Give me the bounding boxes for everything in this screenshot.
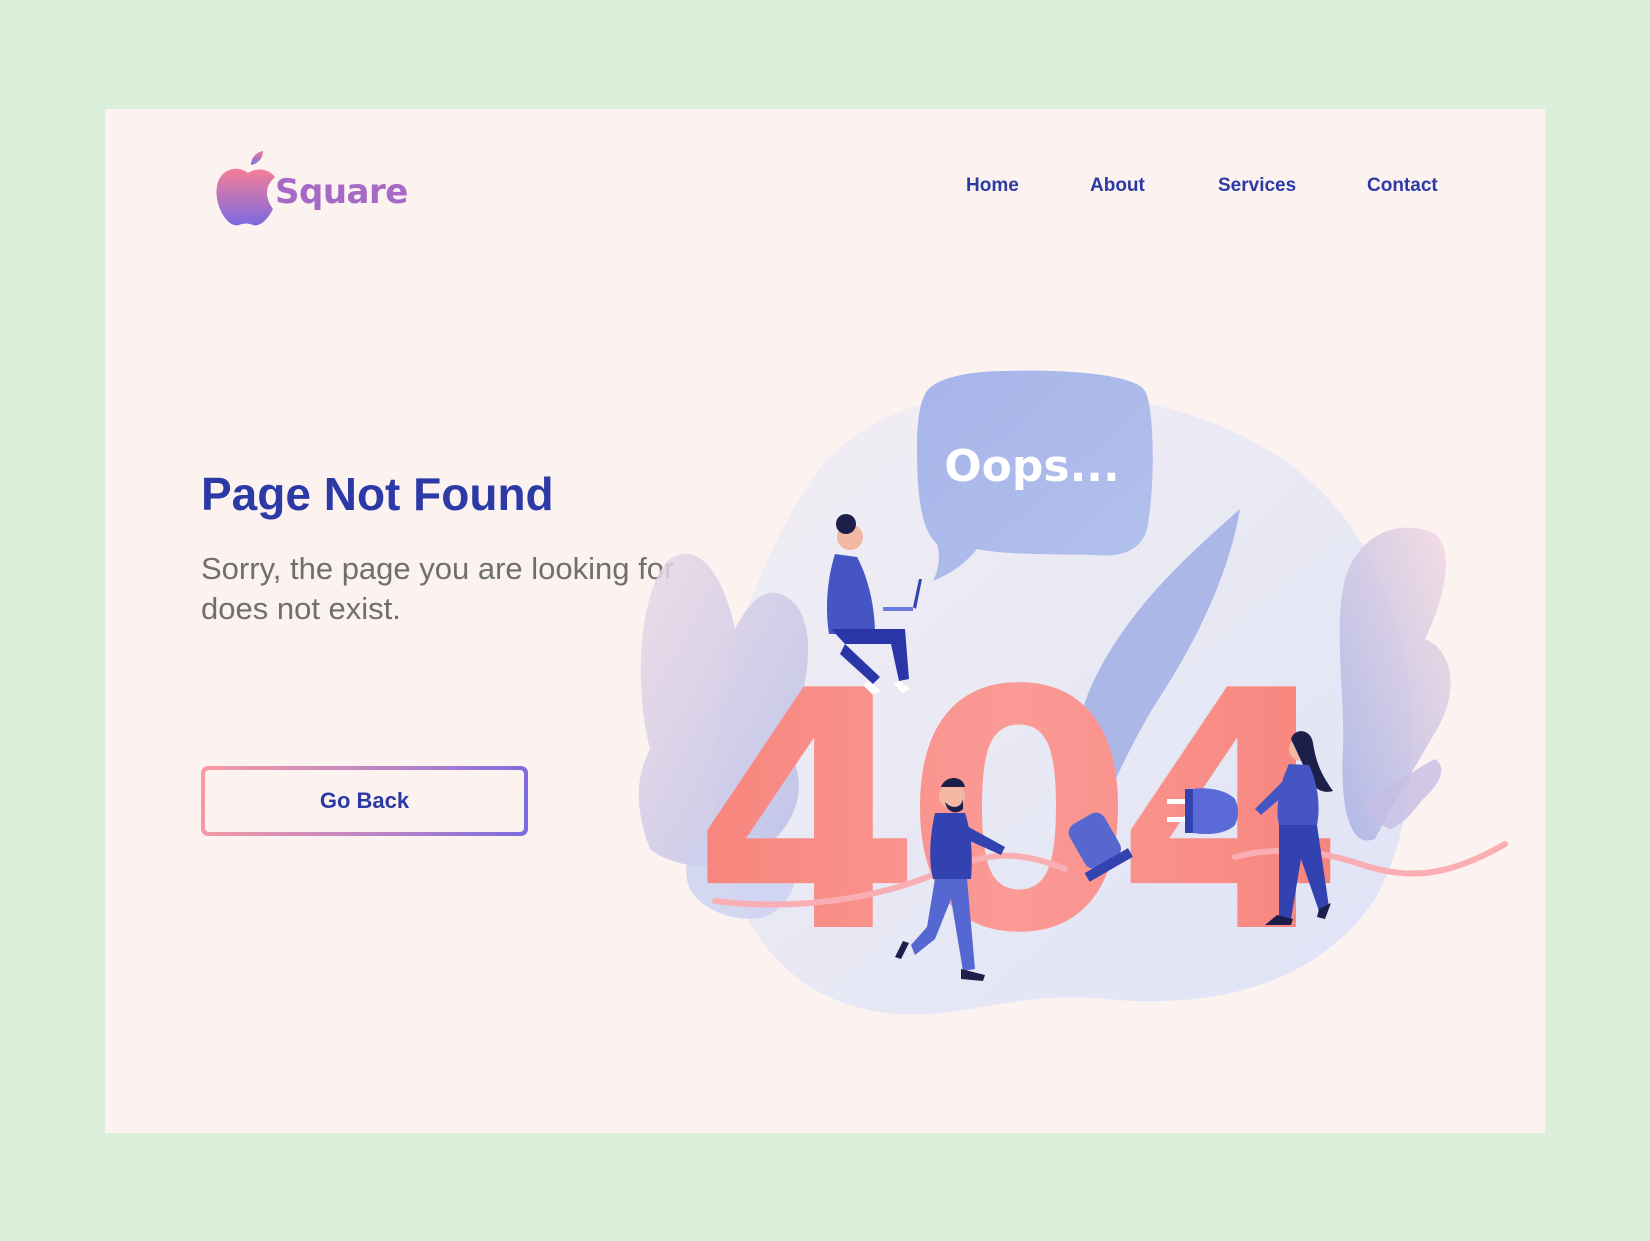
oops-text: Oops... [944,441,1119,492]
page-card: Square Home About Services Contact Page … [105,109,1545,1133]
404-illustration: 404 Oops... [638,370,1508,1015]
